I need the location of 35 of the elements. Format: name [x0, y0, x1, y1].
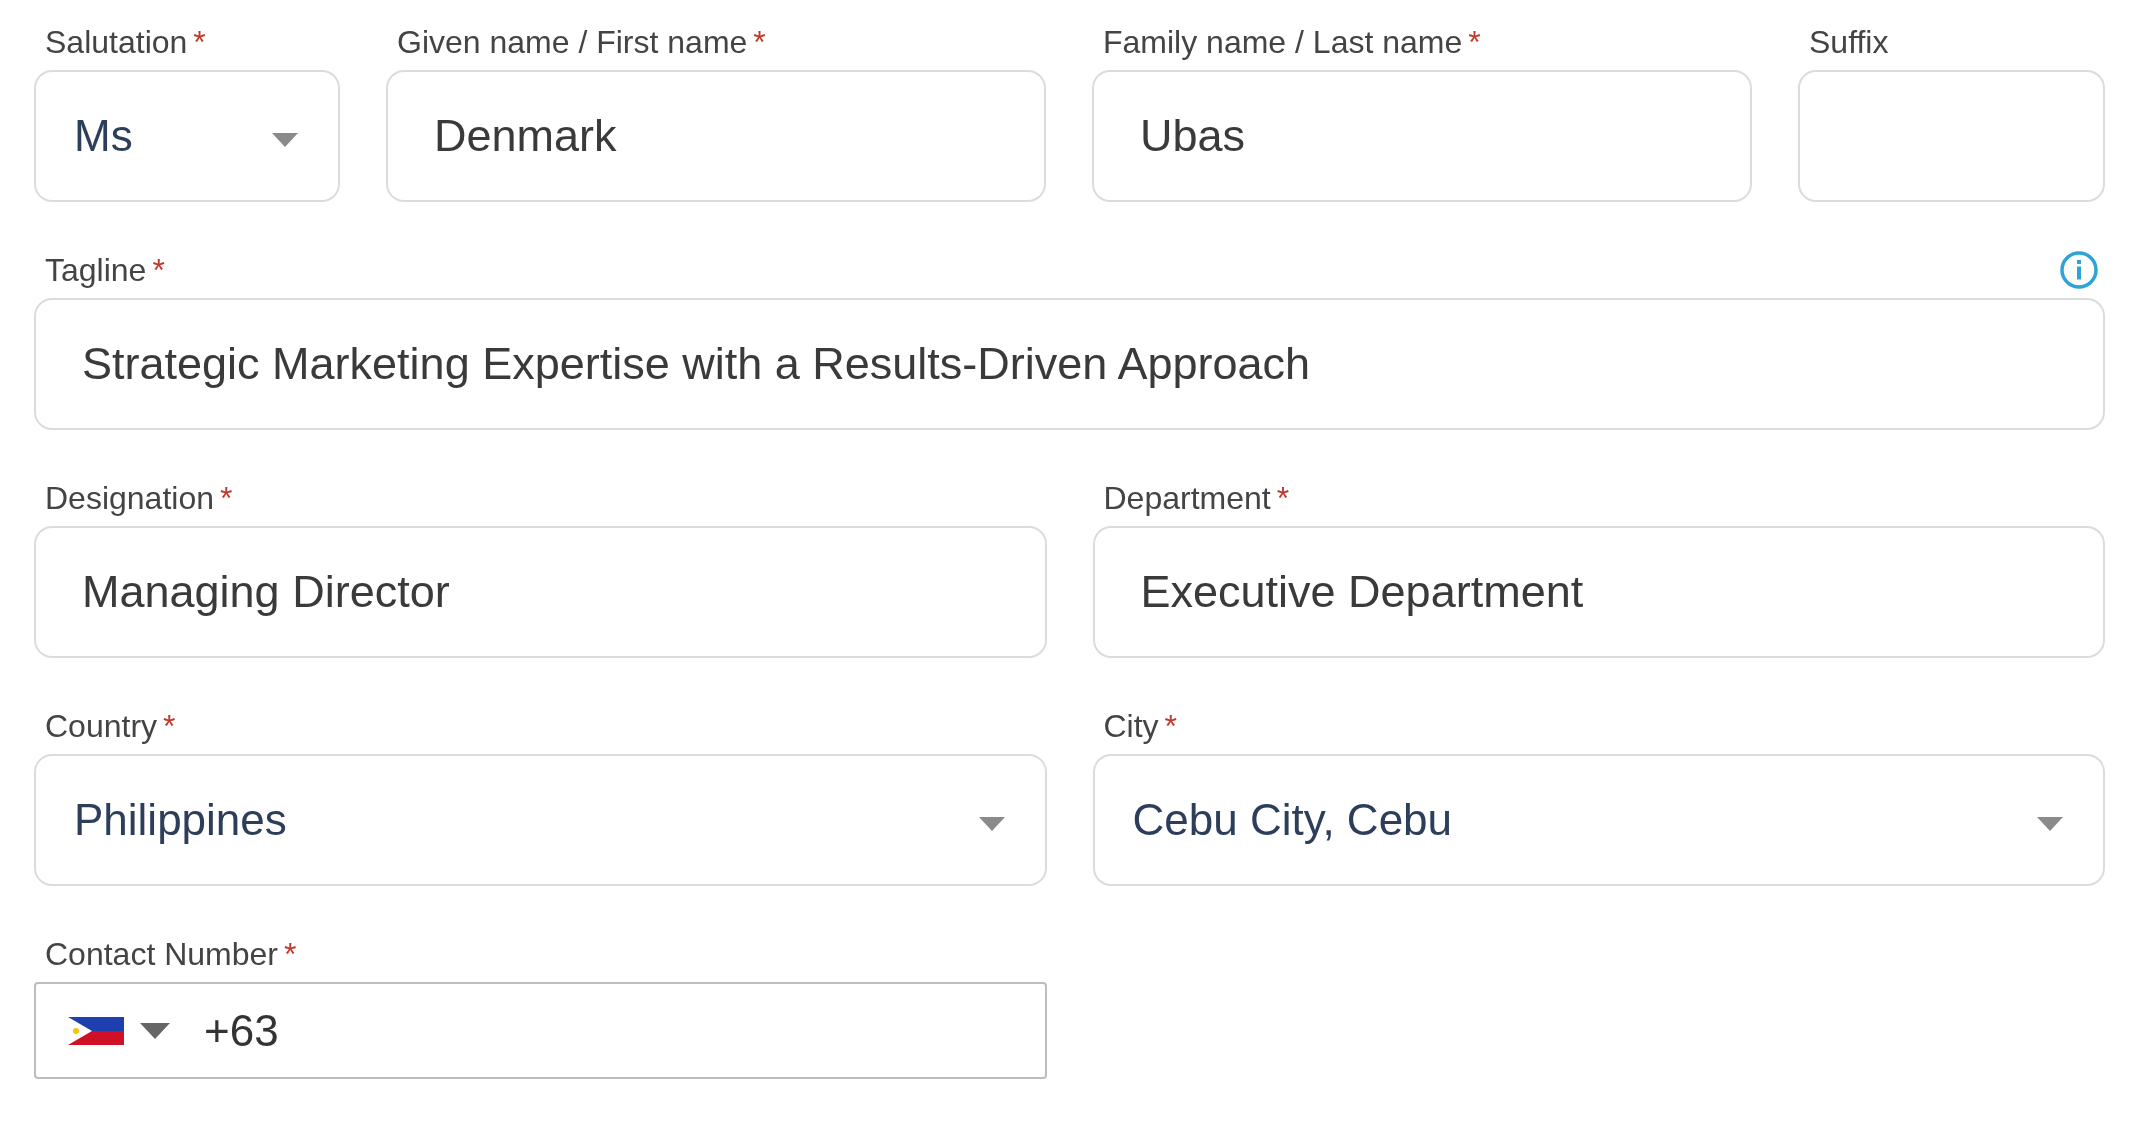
field-label: Designation	[45, 479, 214, 517]
field-label: Department	[1103, 479, 1271, 517]
info-icon[interactable]	[2059, 250, 2099, 290]
field-label: Given name / First name	[397, 23, 748, 61]
field-label: Suffix	[1809, 23, 1889, 61]
required-marker: *	[753, 23, 766, 61]
caret-icon	[2037, 817, 2063, 831]
text-field[interactable]: Ubas	[1092, 70, 1752, 202]
caret-icon	[978, 817, 1005, 831]
field-label: Salutation	[45, 23, 188, 61]
field-label: Contact Number	[45, 935, 278, 973]
phone-field[interactable]: +63	[34, 982, 1047, 1079]
required-marker: *	[220, 479, 233, 517]
required-marker: *	[1468, 23, 1481, 61]
text-field[interactable]: Strategic Marketing Expertise with a Results-Driven Approach	[34, 298, 2105, 430]
required-marker: *	[284, 935, 297, 973]
select-field[interactable]: Cebu City, Cebu	[1092, 754, 2105, 886]
flag-icon	[68, 1016, 124, 1045]
field-label: City	[1103, 707, 1159, 745]
text-field[interactable]	[1798, 70, 2105, 202]
field-label: Tagline	[45, 251, 147, 289]
caret-icon	[140, 1022, 170, 1039]
select-field[interactable]: Ms	[34, 70, 340, 202]
caret-icon	[272, 133, 298, 147]
field-label: Country	[45, 707, 158, 745]
required-marker: *	[193, 23, 206, 61]
text-field[interactable]: Executive Department	[1092, 526, 2105, 658]
required-marker: *	[1164, 707, 1178, 745]
field-label: Family name / Last name	[1103, 23, 1463, 61]
text-field[interactable]: Managing Director	[34, 526, 1047, 658]
required-marker: *	[152, 251, 165, 289]
required-marker: *	[163, 707, 176, 745]
required-marker: *	[1276, 479, 1290, 517]
text-field[interactable]: Denmark	[386, 70, 1046, 202]
select-field[interactable]: Philippines	[34, 754, 1047, 886]
